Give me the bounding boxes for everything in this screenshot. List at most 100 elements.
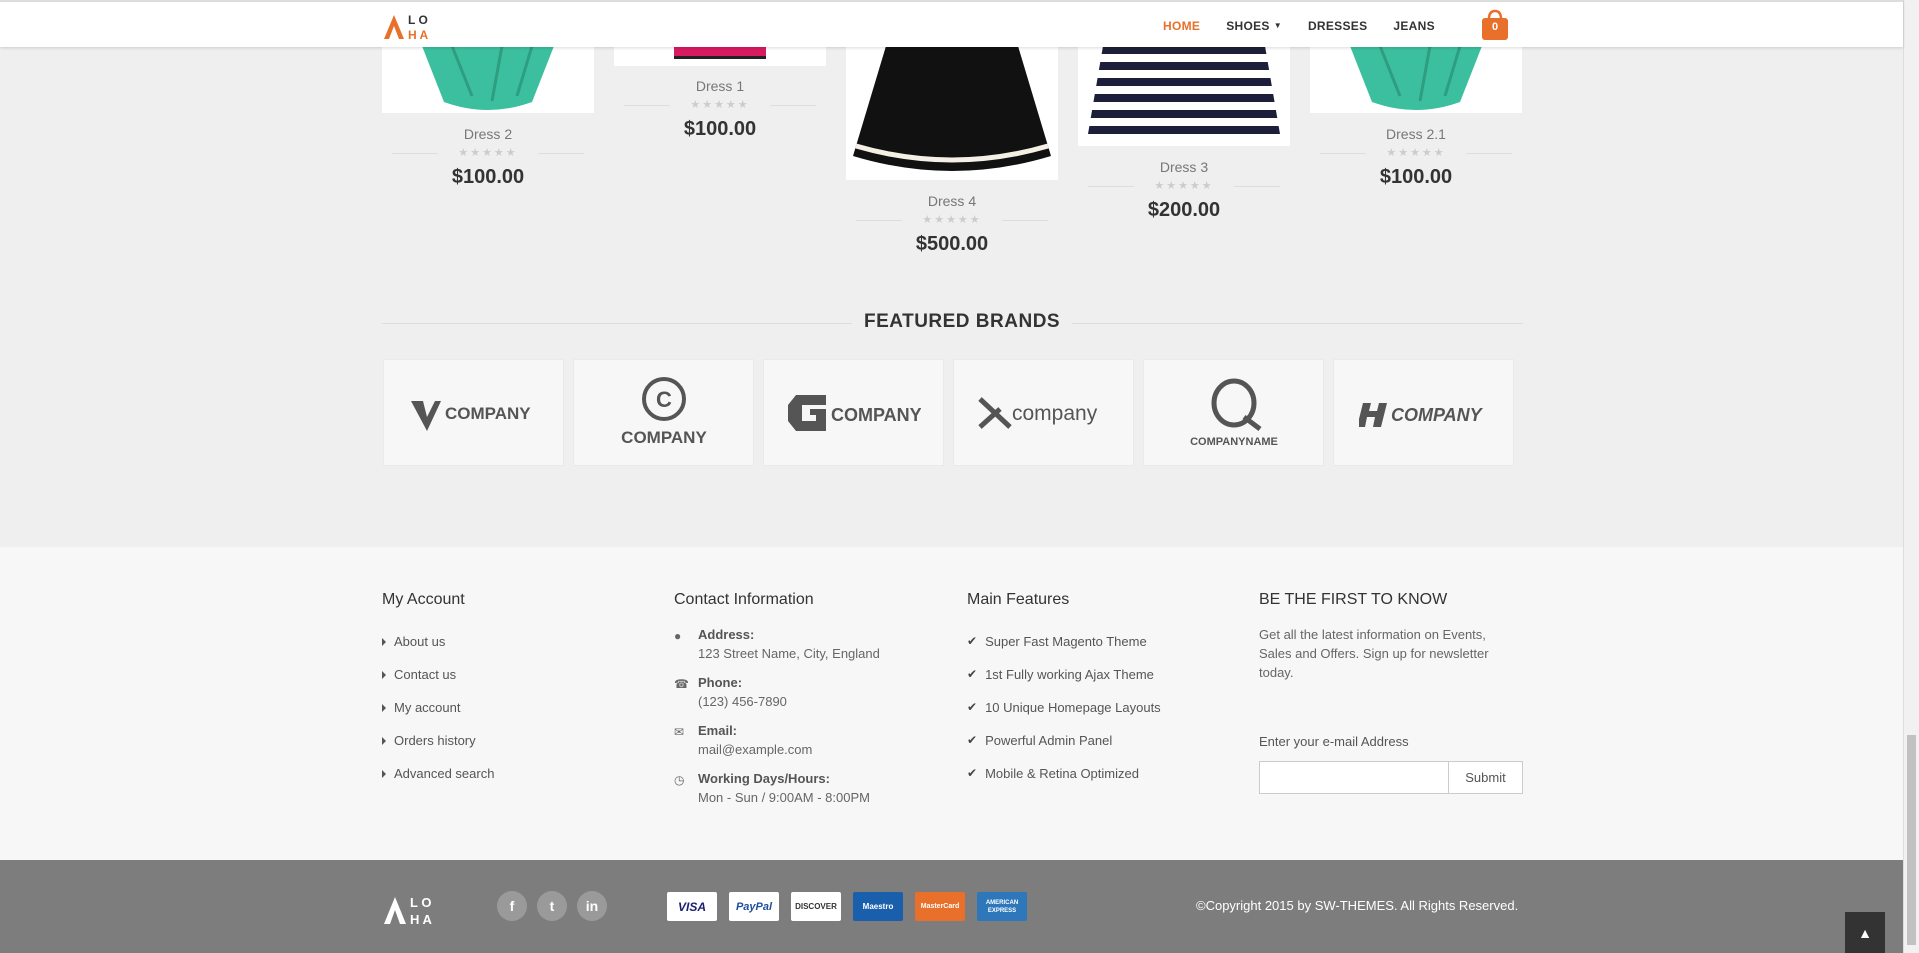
product-card[interactable]: Dress 1 ★★★★★ $100.00 — [614, 46, 826, 141]
linkedin-icon[interactable]: in — [577, 891, 607, 921]
feature-label: 10 Unique Homepage Layouts — [985, 700, 1161, 715]
cart-button[interactable]: 0 — [1480, 9, 1510, 41]
product-name[interactable]: Dress 3 — [1078, 159, 1290, 175]
clock-icon: ◷ — [674, 773, 685, 787]
phone-icon: ☎ — [674, 677, 689, 691]
newsletter-submit-button[interactable]: Submit — [1448, 761, 1523, 794]
product-name[interactable]: Dress 1 — [614, 78, 826, 94]
feature-item: ✔ Mobile & Retina Optimized — [967, 757, 1161, 790]
contact-label: Email: — [698, 723, 738, 738]
aloha-logo[interactable]: L O H A — [382, 11, 448, 41]
caret-right-icon — [382, 670, 386, 679]
contact-title: Contact Information — [674, 591, 814, 608]
my-account-title: My Account — [382, 591, 465, 608]
nav-dresses[interactable]: DRESSES — [1308, 19, 1367, 33]
contact-value: 123 Street Name, City, England — [698, 646, 880, 661]
product-name[interactable]: Dress 2.1 — [1310, 126, 1522, 142]
product-card[interactable]: Dress 2 ★★★★★ $100.00 — [382, 46, 594, 189]
main-nav: HOME SHOES ▼ DRESSES JEANS — [1150, 2, 1448, 49]
contact-column: Contact Information ● Address: 123 Street… — [674, 591, 880, 817]
product-name[interactable]: Dress 2 — [382, 126, 594, 142]
feature-label: 1st Fully working Ajax Theme — [985, 667, 1154, 682]
newsletter-email-input[interactable] — [1259, 761, 1448, 794]
product-image[interactable] — [1078, 46, 1290, 146]
product-card[interactable]: Dress 2.1 ★★★★★ $100.00 — [1310, 46, 1522, 189]
product-price: $100.00 — [683, 118, 757, 140]
footer-link-label: Contact us — [394, 667, 457, 682]
newsletter-text: Get all the latest information on Events… — [1259, 627, 1489, 680]
nav-home[interactable]: HOME — [1163, 19, 1200, 33]
footer-link-orders[interactable]: Orders history — [382, 724, 494, 757]
brand-logo[interactable]: C COMPANY — [573, 359, 754, 466]
facebook-icon[interactable]: f — [497, 891, 527, 921]
product-rating: ★★★★★ — [846, 213, 1058, 227]
product-image[interactable] — [614, 46, 826, 66]
brand-logo[interactable]: company — [953, 359, 1134, 466]
newsletter-form: Submit — [1259, 761, 1523, 794]
features-title: Main Features — [967, 591, 1070, 608]
check-icon: ✔ — [967, 700, 978, 714]
svg-text:H A: H A — [410, 912, 433, 926]
footer-link-contact[interactable]: Contact us — [382, 658, 494, 691]
discover-icon: DISCOVER — [791, 892, 841, 921]
product-price: $500.00 — [915, 233, 989, 255]
aloha-logo-footer[interactable]: L O H A — [382, 892, 452, 926]
feature-item: ✔ 1st Fully working Ajax Theme — [967, 658, 1161, 691]
check-icon: ✔ — [967, 766, 978, 780]
svg-text:H A: H A — [408, 28, 429, 41]
my-account-column: My Account About us Contact us My accoun… — [382, 591, 494, 790]
envelope-icon: ✉ — [674, 725, 685, 739]
footer-link-my-account[interactable]: My account — [382, 691, 494, 724]
contact-value[interactable]: mail@example.com — [698, 742, 812, 757]
product-image[interactable] — [382, 46, 594, 113]
brand-logo[interactable]: COMPANY — [383, 359, 564, 466]
featured-brands-title: FEATURED BRANDS — [852, 311, 1073, 333]
feature-item: ✔ 10 Unique Homepage Layouts — [967, 691, 1161, 724]
brand-logo[interactable]: COMPANY — [1333, 359, 1514, 466]
contact-address: ● Address: 123 Street Name, City, England — [674, 625, 880, 663]
newsletter-email-label: Enter your e-mail Address — [1259, 734, 1409, 749]
visa-icon: VISA — [667, 892, 717, 921]
footer-link-about[interactable]: About us — [382, 625, 494, 658]
nav-jeans[interactable]: JEANS — [1393, 19, 1435, 33]
amex-icon: AMERICAN EXPRESS — [977, 892, 1027, 921]
bottom-bar: L O H A f t in VISA PayPal DISCOVER Maes… — [0, 860, 1903, 953]
feature-item: ✔ Powerful Admin Panel — [967, 724, 1161, 757]
chevron-down-icon: ▼ — [1273, 21, 1282, 30]
scrollbar-thumb[interactable] — [1907, 735, 1916, 945]
svg-text:L O: L O — [408, 13, 428, 27]
check-icon: ✔ — [967, 667, 978, 681]
product-card[interactable]: Dress 3 ★★★★★ $200.00 — [1078, 46, 1290, 222]
page-scrollbar[interactable] — [1903, 0, 1919, 953]
nav-shoes-label: SHOES — [1226, 18, 1270, 33]
newsletter-column: BE THE FIRST TO KNOW Get all the latest … — [1259, 591, 1523, 794]
brand-logo[interactable]: COMPANYNAME — [1143, 359, 1324, 466]
footer-link-label: About us — [394, 634, 446, 649]
contact-label: Working Days/Hours: — [698, 771, 830, 786]
caret-right-icon — [382, 769, 386, 778]
contact-label: Phone: — [698, 675, 743, 690]
footer-link-advanced-search[interactable]: Advanced search — [382, 757, 494, 790]
contact-hours: ◷ Working Days/Hours: Mon - Sun / 9:00AM … — [674, 769, 880, 807]
footer-link-label: Advanced search — [394, 766, 495, 781]
product-price: $200.00 — [1147, 199, 1221, 221]
brand-name: company — [1012, 402, 1098, 425]
check-icon: ✔ — [967, 733, 978, 747]
scroll-to-top-button[interactable]: ▲ — [1845, 912, 1885, 953]
cart-count: 0 — [1491, 21, 1499, 33]
product-name[interactable]: Dress 4 — [846, 193, 1058, 209]
product-rating: ★★★★★ — [1310, 146, 1522, 160]
footer-link-label: My account — [394, 700, 461, 715]
site-header: L O H A HOME SHOES ▼ DRESSES JEANS 0 — [0, 0, 1903, 47]
product-card[interactable]: Dress 4 ★★★★★ $500.00 — [846, 46, 1058, 256]
svg-text:L O: L O — [410, 895, 431, 910]
nav-shoes[interactable]: SHOES ▼ — [1226, 19, 1282, 33]
brand-name: COMPANY — [1391, 405, 1484, 425]
brand-logo[interactable]: COMPANY — [763, 359, 944, 466]
contact-value: Mon - Sun / 9:00AM - 8:00PM — [698, 790, 870, 805]
product-image[interactable] — [1310, 46, 1522, 113]
product-image[interactable] — [846, 46, 1058, 180]
brand-name: COMPANY — [831, 405, 921, 425]
product-price: $100.00 — [1379, 166, 1453, 188]
twitter-icon[interactable]: t — [537, 891, 567, 921]
